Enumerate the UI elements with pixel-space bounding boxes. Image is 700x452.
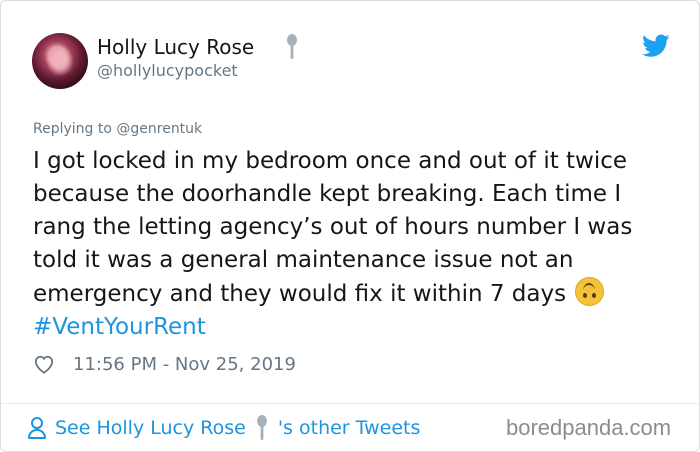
hashtag-link[interactable]: #VentYourRent bbox=[33, 311, 673, 344]
tweet-text-line: rang the letting agency’s out of hours n… bbox=[33, 214, 633, 240]
tweet-text-line: emergency and they would fix it within 7… bbox=[33, 281, 567, 307]
tweet-timestamp[interactable]: 11:56 PM - Nov 25, 2019 bbox=[73, 354, 296, 375]
see-other-tweets-link[interactable]: See Holly Lucy Rose 's other Tweets bbox=[27, 413, 420, 443]
spoon-icon bbox=[256, 415, 267, 440]
tweet-text-line: because the doorhandle kept breaking. Ea… bbox=[33, 181, 622, 207]
avatar[interactable] bbox=[32, 33, 88, 89]
divider bbox=[1, 403, 699, 404]
heart-outline-icon[interactable] bbox=[33, 354, 55, 374]
upside-down-face-icon bbox=[575, 277, 605, 306]
watermark: boredpanda.com bbox=[506, 415, 672, 440]
tweet-text-line-with-emoji: emergency and they would fix it within 7… bbox=[33, 277, 673, 311]
twitter-bird-icon[interactable] bbox=[642, 34, 670, 58]
author-handle[interactable]: @hollylucypocket bbox=[97, 61, 238, 80]
person-icon bbox=[28, 417, 46, 439]
replying-to[interactable]: Replying to @genrentuk bbox=[33, 121, 202, 137]
see-other-tweets-suffix[interactable]: 's other Tweets bbox=[278, 417, 421, 439]
spoon-icon bbox=[287, 34, 297, 59]
see-other-tweets-prefix[interactable]: See Holly Lucy Rose bbox=[55, 417, 246, 439]
tweet-card: Holly Lucy Rose @hollylucypocket Replyin… bbox=[0, 0, 700, 452]
author-display-name[interactable]: Holly Lucy Rose bbox=[97, 35, 254, 59]
tweet-meta: 11:56 PM - Nov 25, 2019 bbox=[33, 351, 296, 377]
tweet-text: I got locked in my bedroom once and out … bbox=[33, 145, 673, 344]
tweet-text-line: told it was a general maintenance issue … bbox=[33, 247, 574, 273]
tweet-text-line: I got locked in my bedroom once and out … bbox=[33, 148, 628, 174]
